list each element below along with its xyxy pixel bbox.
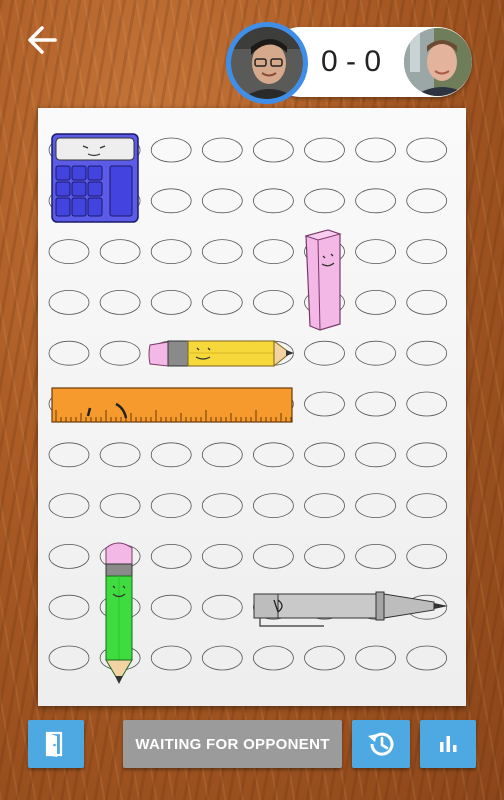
board-cell[interactable]	[304, 645, 345, 671]
board-cell[interactable]	[406, 239, 448, 265]
board-cell[interactable]	[150, 594, 192, 620]
board-cell[interactable]	[150, 188, 192, 214]
board-cell[interactable]	[355, 289, 397, 315]
board-cell[interactable]	[99, 289, 141, 315]
board-cell[interactable]	[406, 493, 448, 519]
board-cell[interactable]	[99, 442, 141, 468]
board-cell[interactable]	[406, 340, 448, 366]
door-exit-icon	[45, 731, 63, 757]
stats-button[interactable]	[420, 720, 476, 768]
board-cell[interactable]	[252, 493, 294, 519]
board-cell[interactable]	[48, 645, 90, 671]
board-cell[interactable]	[304, 137, 345, 163]
board-cell[interactable]	[406, 188, 448, 214]
board-cell[interactable]	[406, 137, 448, 163]
board-cell[interactable]	[355, 645, 397, 671]
board-cell[interactable]	[201, 543, 243, 569]
board-cell[interactable]	[48, 239, 90, 265]
leave-game-button[interactable]	[28, 720, 84, 768]
yellow-pencil-piece[interactable]	[148, 340, 294, 368]
history-button[interactable]	[352, 720, 410, 768]
ruler-piece[interactable]	[51, 387, 293, 423]
board-cell[interactable]	[201, 289, 243, 315]
board-cell[interactable]	[406, 645, 448, 671]
player-photo	[231, 27, 303, 99]
arrow-left-icon	[28, 26, 57, 54]
board-cell[interactable]	[150, 493, 192, 519]
board-cell[interactable]	[304, 493, 345, 519]
board-cell[interactable]	[48, 289, 90, 315]
board-cell[interactable]	[48, 442, 90, 468]
board-cell[interactable]	[150, 239, 192, 265]
board-cell[interactable]	[201, 442, 243, 468]
board-cell[interactable]	[201, 137, 243, 163]
board-cell[interactable]	[99, 239, 141, 265]
board-cell[interactable]	[355, 442, 397, 468]
board-cell[interactable]	[99, 340, 141, 366]
board-cell[interactable]	[252, 188, 294, 214]
board-cell[interactable]	[252, 289, 294, 315]
board-cell[interactable]	[252, 645, 294, 671]
board-cell[interactable]	[304, 391, 345, 417]
board-cell[interactable]	[201, 493, 243, 519]
green-pencil-piece[interactable]	[105, 542, 133, 684]
board-cell[interactable]	[406, 543, 448, 569]
board-cell[interactable]	[201, 188, 243, 214]
board-cell[interactable]	[406, 442, 448, 468]
board-cell[interactable]	[252, 137, 294, 163]
board-cell[interactable]	[355, 391, 397, 417]
board-cell[interactable]	[150, 543, 192, 569]
back-button[interactable]	[22, 24, 62, 58]
score-text: 0 - 0	[320, 45, 382, 78]
opponent-avatar	[404, 28, 472, 96]
board-cell[interactable]	[150, 289, 192, 315]
board-cell[interactable]	[252, 442, 294, 468]
waiting-status-button: WAITING FOR OPPONENT	[123, 720, 342, 768]
board-cell[interactable]	[355, 340, 397, 366]
board-cell[interactable]	[201, 594, 243, 620]
board-cell[interactable]	[304, 442, 345, 468]
board-cell[interactable]	[201, 645, 243, 671]
board-cell[interactable]	[201, 239, 243, 265]
board-cell[interactable]	[355, 137, 397, 163]
board-cell[interactable]	[406, 391, 448, 417]
bar-chart-icon	[440, 736, 457, 752]
board-cell[interactable]	[355, 493, 397, 519]
board-cell[interactable]	[304, 543, 345, 569]
board-canvas[interactable]	[38, 108, 466, 706]
board-cell[interactable]	[355, 543, 397, 569]
board-cell[interactable]	[406, 289, 448, 315]
board-cell[interactable]	[99, 493, 141, 519]
board-cell[interactable]	[252, 239, 294, 265]
game-board[interactable]	[38, 108, 466, 706]
board-cell[interactable]	[304, 188, 345, 214]
board-cell[interactable]	[355, 188, 397, 214]
board-cell[interactable]	[304, 340, 345, 366]
pen-piece[interactable]	[253, 591, 448, 627]
board-cell[interactable]	[48, 340, 90, 366]
board-cell[interactable]	[48, 493, 90, 519]
calculator-piece[interactable]	[51, 133, 139, 223]
board-cell[interactable]	[48, 543, 90, 569]
opponent-photo	[404, 28, 472, 96]
eraser-piece[interactable]	[304, 229, 342, 331]
board-cell[interactable]	[150, 137, 192, 163]
board-cell[interactable]	[150, 645, 192, 671]
history-icon	[368, 732, 394, 756]
board-cell[interactable]	[150, 442, 192, 468]
board-cell[interactable]	[355, 239, 397, 265]
board-cell[interactable]	[252, 543, 294, 569]
board-cell[interactable]	[48, 594, 90, 620]
player-avatar	[226, 22, 308, 104]
